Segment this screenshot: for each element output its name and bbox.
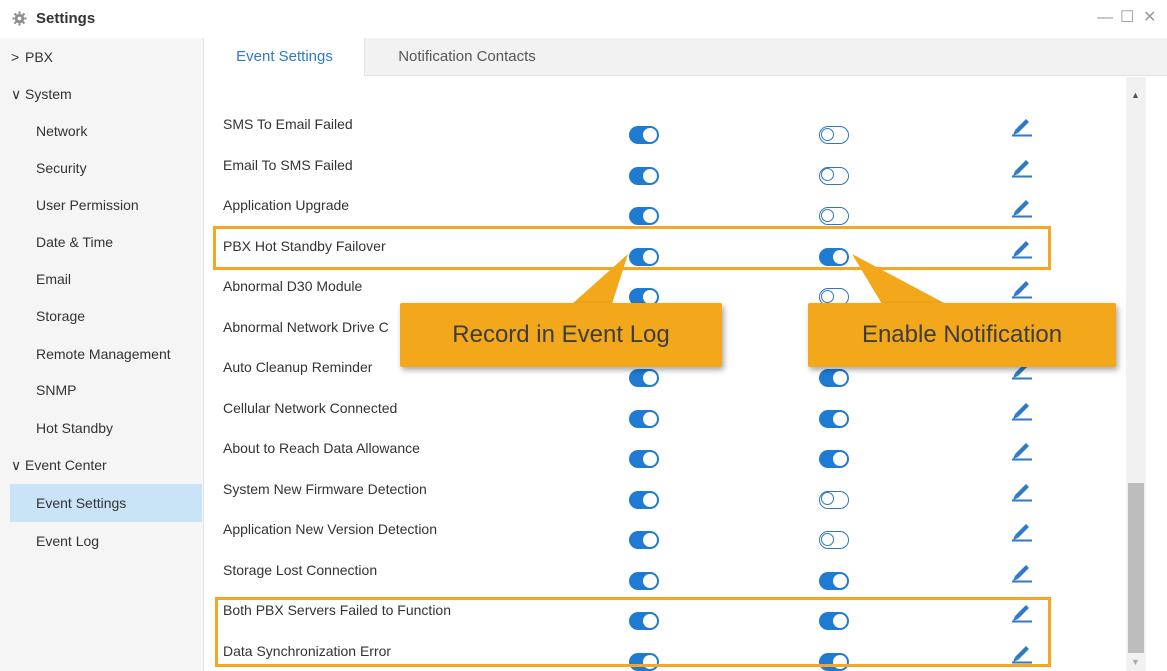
chevron-right-icon: > [11,49,20,65]
event-list: SMS To Email Failed Email To SMS Failed Ap… [205,77,1125,671]
scrollbar-thumb[interactable] [1128,483,1144,653]
title-bar: Settings — ☐ ✕ [0,0,1167,38]
record-toggle[interactable] [629,450,659,468]
record-toggle[interactable] [629,166,659,185]
sidebar-item-system[interactable]: ∨ System [0,75,204,113]
event-name: Application New Version Detection [223,521,438,537]
tab-bar: Event Settings Notification Contacts [205,38,1167,76]
record-toggle[interactable] [629,207,659,225]
sidebar-item-event-log[interactable]: Event Log [0,522,204,560]
event-row: System New Firmware Detection [205,480,1125,520]
record-toggle[interactable] [629,126,659,144]
pencil-icon[interactable] [1011,561,1033,583]
record-toggle[interactable] [629,531,659,549]
sidebar-item-remote-management[interactable]: Remote Management [0,335,204,373]
pencil-icon[interactable] [1011,439,1033,461]
pencil-icon[interactable] [1011,277,1033,299]
pencil-icon[interactable] [1011,115,1033,137]
event-name: Cellular Network Connected [223,399,398,416]
notify-toggle[interactable] [819,531,849,549]
close-button[interactable]: ✕ [1143,9,1156,27]
sidebar-item-pbx[interactable]: > PBX [0,38,204,76]
event-row: SMS To Email Failed [205,115,1125,155]
scroll-up-icon[interactable]: ▲ [1131,90,1140,100]
sidebar-item-snmp[interactable]: SNMP [0,371,204,409]
event-row: Cellular Network Connected [205,399,1125,439]
sidebar-item-user-permission[interactable]: User Permission [0,186,204,224]
sidebar-item-date-time[interactable]: Date & Time [0,223,204,261]
event-name: SMS To Email Failed [223,116,353,132]
tab-event-settings[interactable]: Event Settings [205,38,365,76]
pencil-icon[interactable] [1011,480,1033,502]
sidebar-item-email[interactable]: Email [0,260,204,298]
notify-toggle[interactable] [819,207,849,225]
callout-record-in-event-log: Record in Event Log [400,303,722,367]
pencil-icon[interactable] [1011,156,1033,178]
sidebar-item-security[interactable]: Security [0,149,204,187]
sidebar-item-event-center[interactable]: ∨ Event Center [0,446,204,484]
event-row: Email To SMS Failed [205,156,1125,196]
sidebar: > PBX ∨ System Network Security User Permi… [0,38,204,671]
event-name: About to Reach Data Allowance [223,440,420,456]
chevron-down-icon: ∨ [11,457,22,473]
event-name: Application Upgrade [223,197,350,213]
record-toggle[interactable] [629,490,659,509]
sidebar-item-hot-standby[interactable]: Hot Standby [0,409,204,447]
gear-icon [12,11,27,26]
event-name: Storage Lost Connection [223,561,378,578]
list-item [205,77,1125,85]
notify-toggle[interactable] [819,166,849,185]
notify-toggle[interactable] [819,571,849,590]
sidebar-item-storage[interactable]: Storage [0,297,204,335]
sidebar-item-network[interactable]: Network [0,112,204,150]
tab-notification-contacts[interactable]: Notification Contacts [365,38,569,76]
notify-toggle[interactable] [819,126,849,144]
event-name: System New Firmware Detection [223,480,427,497]
pencil-icon[interactable] [1011,520,1033,542]
record-toggle[interactable] [629,571,659,590]
scroll-down-icon[interactable]: ▼ [1131,657,1140,667]
maximize-button[interactable]: ☐ [1120,9,1134,27]
event-row: Storage Lost Connection [205,561,1125,601]
event-name: Abnormal D30 Module [223,278,363,294]
notify-toggle[interactable] [819,450,849,468]
record-toggle[interactable] [629,409,659,428]
minimize-button[interactable]: — [1097,9,1113,27]
callout-enable-notification: Enable Notification [808,303,1116,367]
event-name: Email To SMS Failed [223,156,353,173]
highlight-box-failover-events [215,597,1051,667]
event-name: Auto Cleanup Reminder [223,359,373,375]
sidebar-item-label: Event Center [25,457,107,473]
sidebar-item-label: PBX [25,49,54,65]
notify-toggle[interactable] [819,409,849,428]
window-title: Settings [36,10,96,27]
chevron-down-icon: ∨ [11,86,22,102]
event-row: About to Reach Data Allowance [205,439,1125,479]
event-row: Application New Version Detection [205,520,1125,560]
notify-toggle[interactable] [819,490,849,509]
pencil-icon[interactable] [1011,196,1033,218]
highlight-box-hot-standby [213,226,1051,270]
notify-toggle[interactable] [819,369,849,387]
pencil-icon[interactable] [1011,399,1033,421]
event-name: Abnormal Network Drive C [223,318,389,335]
sidebar-item-event-settings[interactable]: Event Settings [10,484,202,522]
record-toggle[interactable] [629,369,659,387]
sidebar-item-label: System [25,86,72,102]
